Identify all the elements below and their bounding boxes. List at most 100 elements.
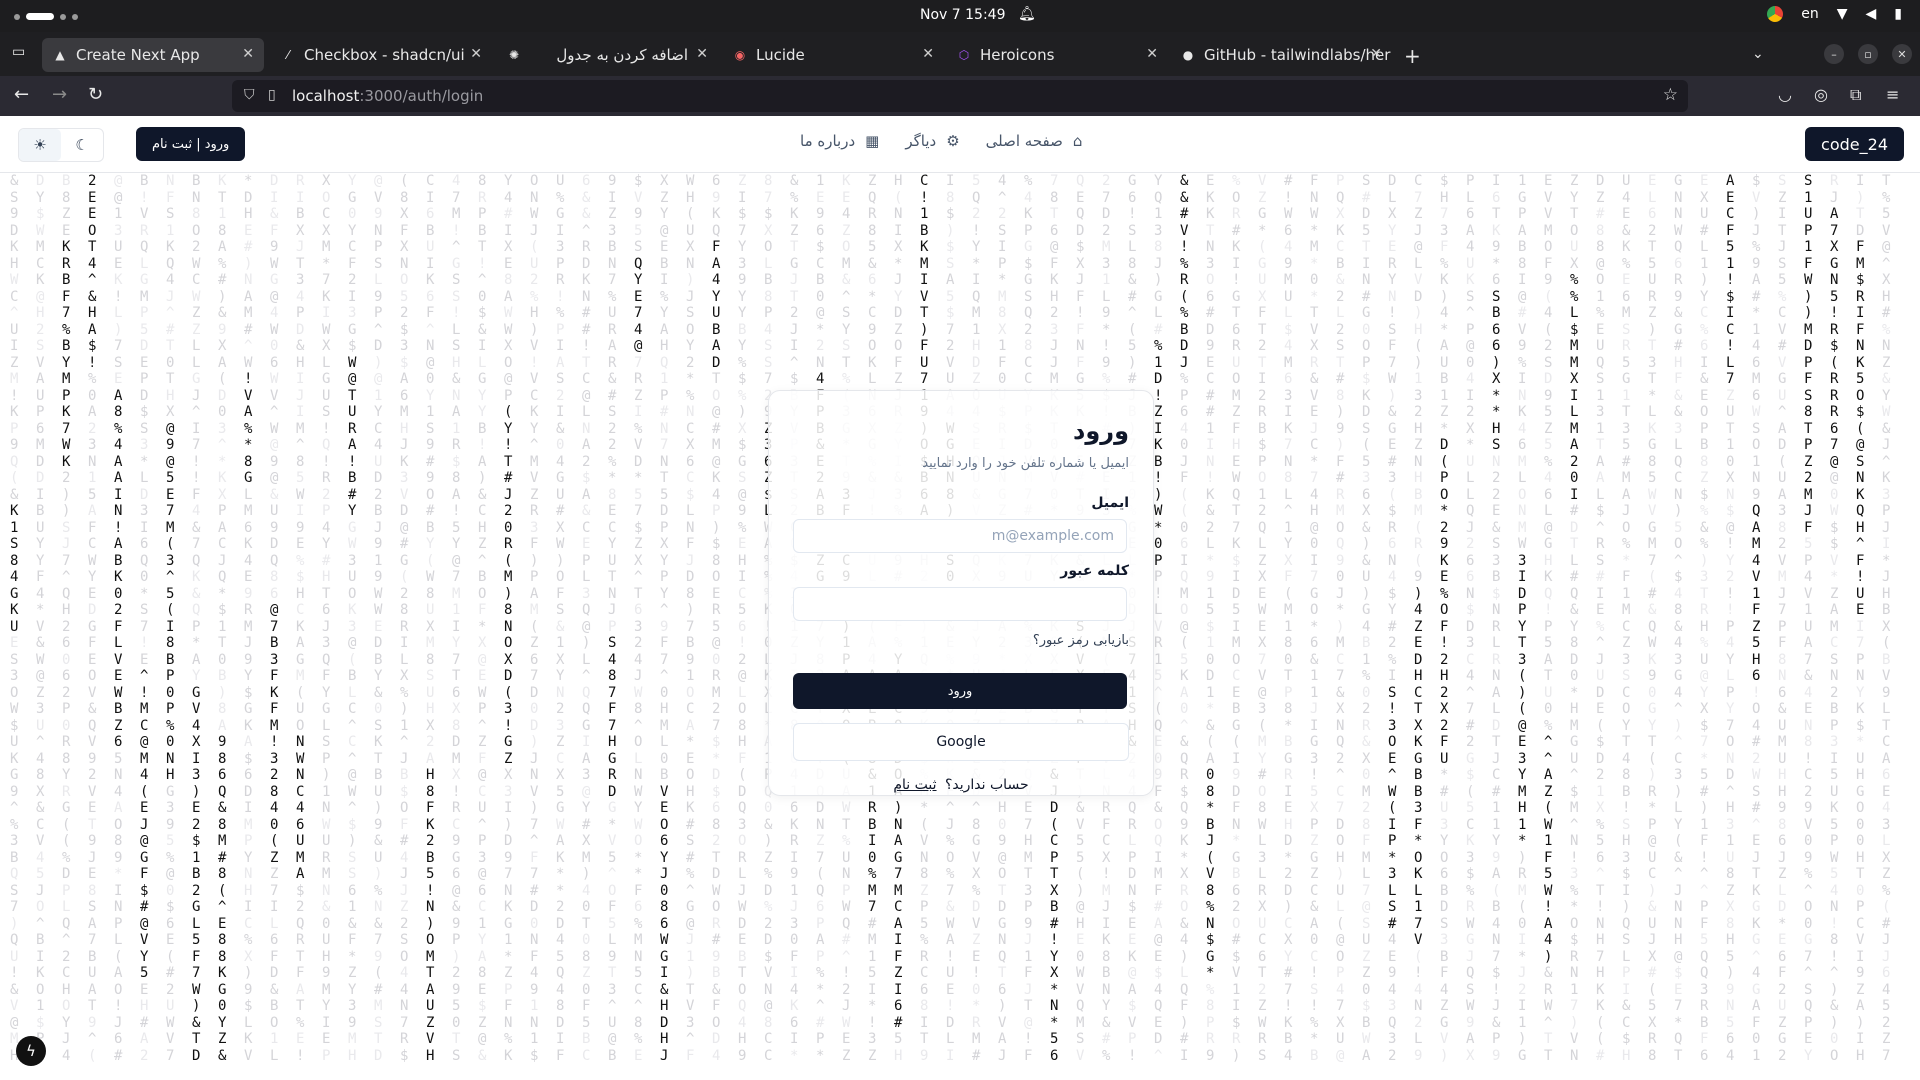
tab-overview-icon[interactable]: ▭ bbox=[12, 44, 25, 60]
email-field[interactable] bbox=[793, 519, 1127, 553]
login-title: ورود bbox=[1073, 417, 1129, 445]
nav-label: دیاگر bbox=[905, 132, 937, 150]
signup-prompt: حساب ندارید؟ ثبت نام bbox=[769, 777, 1153, 793]
moon-icon[interactable]: ☾ bbox=[61, 129, 103, 161]
brand-logo[interactable]: code_24 bbox=[1805, 127, 1904, 161]
heroicons-icon: ⬡ bbox=[958, 48, 970, 62]
matrix-rain-column: L X & S 9 D K H W C ^ U I Z M ! K P 9 Q … bbox=[10, 140, 19, 1064]
sun-icon[interactable]: ☀ bbox=[19, 129, 61, 161]
matrix-rain-column: J N P Q X K C B & 2 L 2 S T # 8 ) 9 ) F … bbox=[1336, 140, 1345, 1064]
extensions-icon[interactable]: ⧉ bbox=[1850, 85, 1861, 105]
login-card: ورود ایمیل یا شماره تلفن خود را وارد نما… bbox=[768, 390, 1154, 796]
main-nav: ⌂ صفحه اصلی ⚙ دیاگر ▦ درباره ما bbox=[800, 132, 1082, 150]
forward-icon[interactable]: → bbox=[52, 84, 67, 105]
close-icon[interactable]: ✕ bbox=[1370, 46, 1382, 62]
lucide-icon: ◉ bbox=[734, 48, 746, 62]
chevron-down-icon[interactable]: ⌄ bbox=[1752, 46, 1764, 62]
address-bar[interactable]: ⛉ ▯ localhost:3000/auth/login ☆ bbox=[232, 80, 1688, 112]
tab-label: اضافه کردن به جدول bbox=[556, 46, 688, 64]
matrix-rain-column: D E # ! W 6 4 9 M U L $ 4 M 6 3 I K 7 N … bbox=[1284, 140, 1293, 1064]
matrix-rain-column: Y X C 7 Z J @ L V D ) H ( ) 1 3 2 H Z N … bbox=[1414, 140, 1423, 1064]
matrix-rain-column: $ 5 B ! V R Q L G M P 5 D E P D $ S 3 * … bbox=[140, 140, 149, 1064]
building-icon: ▦ bbox=[865, 132, 880, 150]
maximize-icon[interactable]: ▫ bbox=[1858, 44, 1878, 64]
tab-github[interactable]: ● GitHub - tailwindlabs/her ✕ bbox=[1170, 38, 1392, 72]
matrix-rain-column: Z 9 N F S 1 K Q 4 J ^ # T 0 T H X @ 9 @ … bbox=[166, 140, 175, 1064]
matrix-rain-column: B 4 % O R # K I ! G T 6 R U O M Z F H E … bbox=[1232, 140, 1241, 1064]
matrix-rain-column: B 1 T % 5 V @ ^ X H # % N Z & Y W & J ^ … bbox=[1882, 140, 1891, 1064]
matrix-rain-column: H $ Z I $ 7 Y 3 9 Y Y B Y % $ % ) X $ G … bbox=[738, 140, 747, 1064]
theme-toggle[interactable]: ☀ ☾ bbox=[18, 128, 104, 162]
tab-label: Checkbox - shadcn/ui bbox=[304, 46, 465, 64]
matrix-rain-column: L X B 8 Z E K R B F 7 % B Y M P K 7 W K … bbox=[62, 140, 71, 1064]
password-field[interactable] bbox=[793, 587, 1127, 621]
web-page: L X & S 9 D K H W C ^ U I Z M ! K P 9 Q … bbox=[0, 116, 1920, 1080]
workspace-dot bbox=[14, 13, 20, 20]
tab-lucide[interactable]: ◉ Lucide ✕ bbox=[722, 38, 944, 72]
forgot-password-link[interactable]: بازیابی رمز عبور؟ bbox=[1033, 633, 1129, 648]
matrix-rain-column: G M E K K T N 3 O 6 # D 9 E C # # 1 I N … bbox=[1206, 140, 1215, 1064]
matrix-rain-column: 8 * $ H 7 3 F % K ) 4 * A U B 1 Z * D ( … bbox=[1440, 140, 1449, 1064]
tab-checkbox[interactable]: ⁄ Checkbox - shadcn/ui ✕ bbox=[270, 38, 492, 72]
matrix-rain-column: 2 D Y Q 1 3 8 J ) G L # % 1 D ! Z I K B … bbox=[1154, 140, 1163, 1064]
tab-heroicons[interactable]: ⬡ Heroicons ✕ bbox=[946, 38, 1168, 72]
system-tray[interactable]: en ▼ ◀︎ ▮ bbox=[1767, 6, 1902, 22]
lightning-icon[interactable]: ϟ bbox=[16, 1036, 46, 1066]
matrix-rain-column: 2 @ 6 9 K Q F A 4 Y U B A D T O @ # M @ … bbox=[712, 140, 721, 1064]
account-icon[interactable]: ◎ bbox=[1814, 85, 1828, 104]
github-icon: ● bbox=[1182, 48, 1194, 62]
google-login-button[interactable]: Google bbox=[793, 723, 1129, 761]
matrix-rain-column: I O G N N W Q 6 R 9 & G # H F & & 3 L Q … bbox=[1674, 140, 1683, 1064]
close-window-icon[interactable]: ✕ bbox=[1892, 44, 1912, 64]
matrix-rain-column: Z D S Z I T J S 5 % C V # V G U ^ A D ( … bbox=[1778, 140, 1787, 1064]
matrix-rain-column: T G I ) T D F M $ R I F N K 5 O $ ( @ S … bbox=[1856, 140, 1865, 1064]
tab-create-next-app[interactable]: ▲ Create Next App ✕ bbox=[42, 38, 264, 72]
os-top-bar: Nov 7 15:49 🔔︎ en ▼ ◀︎ ▮ bbox=[0, 0, 1920, 32]
close-icon[interactable]: ✕ bbox=[696, 46, 708, 62]
login-submit-button[interactable]: ورود bbox=[793, 673, 1127, 709]
matrix-rain-column: M % R I B X J T 3 4 P D & H I J I M ^ 8 … bbox=[296, 140, 305, 1064]
battery-icon: ▮ bbox=[1894, 6, 1902, 22]
close-icon[interactable]: ✕ bbox=[922, 46, 934, 62]
matrix-rain-column: & 5 X Z Y @ E B I % Y A H Q 1 P # N 7 N … bbox=[660, 140, 669, 1064]
menu-icon[interactable]: ≡ bbox=[1886, 85, 1899, 104]
matrix-rain-column: Q C 4 7 M ! ^ G S S ! L S H & N A 1 R $ … bbox=[452, 140, 461, 1064]
clock[interactable]: Nov 7 15:49 bbox=[920, 7, 1005, 23]
language-indicator[interactable]: en bbox=[1801, 6, 1819, 22]
close-icon[interactable]: ✕ bbox=[242, 46, 254, 62]
matrix-rain-column: G N Y 4 # I X E 8 A W W X O @ P ( Y ! T … bbox=[504, 140, 513, 1064]
close-icon[interactable]: ✕ bbox=[1146, 46, 1158, 62]
password-label: کلمه عبور bbox=[1060, 563, 1129, 579]
browser-nav-bar: ← → ↻ ⛉ ▯ localhost:3000/auth/login ☆ ◡ … bbox=[0, 76, 1920, 116]
tab-label: Lucide bbox=[756, 46, 805, 64]
new-tab-icon[interactable]: + bbox=[1404, 44, 1421, 68]
signup-link[interactable]: ثبت نام bbox=[893, 777, 936, 793]
minimize-icon[interactable]: – bbox=[1824, 44, 1844, 64]
close-icon[interactable]: ✕ bbox=[470, 46, 482, 62]
browser-tab-bar: ▭ ▲ Create Next App ✕ ⁄ Checkbox - shadc… bbox=[0, 32, 1920, 76]
nav-home[interactable]: ⌂ صفحه اصلی bbox=[986, 132, 1083, 150]
home-icon: ⌂ bbox=[1072, 132, 1083, 150]
openai-icon: ✺ bbox=[508, 48, 520, 62]
bookmark-star-icon[interactable]: ☆ bbox=[1663, 85, 1678, 105]
nav-diagram[interactable]: ⚙ دیاگر bbox=[905, 132, 959, 150]
nav-about[interactable]: ▦ درباره ما bbox=[800, 132, 879, 150]
reload-icon[interactable]: ↻ bbox=[88, 84, 103, 105]
matrix-rain-column: $ ( I 6 T K 9 * 6 S B 6 6 ) X * * H S N … bbox=[1492, 140, 1501, 1064]
login-register-button[interactable]: ورود | ثبت نام bbox=[136, 127, 246, 161]
shield-icon: ⛉ bbox=[244, 87, 255, 103]
wifi-icon: ▼ bbox=[1836, 6, 1848, 22]
pocket-icon[interactable]: ◡ bbox=[1778, 85, 1792, 104]
matrix-rain-column: ^ N E X U # L 1 ) Y C % 6 I & E O P B 8 … bbox=[1700, 140, 1709, 1064]
matrix-rain-column: @ G R J A 7 X G N 5 ! R $ ( R R R 6 7 @ … bbox=[1830, 140, 1839, 1064]
matrix-rain-column: C Q E V V M O F 9 ( 4 ( 2 S D 9 5 Z 5 % … bbox=[1544, 140, 1553, 1064]
matrix-rain-column: 5 2 D Z # 8 8 @ O 1 % E U Q S 1 3 1 T A … bbox=[1596, 140, 1605, 1064]
activities-indicator[interactable] bbox=[14, 13, 78, 20]
matrix-rain-column: 2 3 U 4 E & K % E 6 M S R 5 G 1 T 3 5 # … bbox=[1622, 140, 1631, 1064]
nextjs-icon: ▲ bbox=[55, 48, 65, 62]
url-text[interactable]: localhost:3000/auth/login bbox=[292, 87, 483, 105]
login-subtitle: ایمیل یا شماره تلفن خود را وارد نمایید bbox=[922, 456, 1129, 471]
tab-chatgpt[interactable]: ✺ اضافه کردن به جدول ✕ bbox=[496, 38, 718, 72]
back-icon[interactable]: ← bbox=[14, 84, 29, 105]
matrix-rain-column: K H D Y $ W M C K @ H 2 S V A U P 6 M D … bbox=[36, 140, 45, 1064]
